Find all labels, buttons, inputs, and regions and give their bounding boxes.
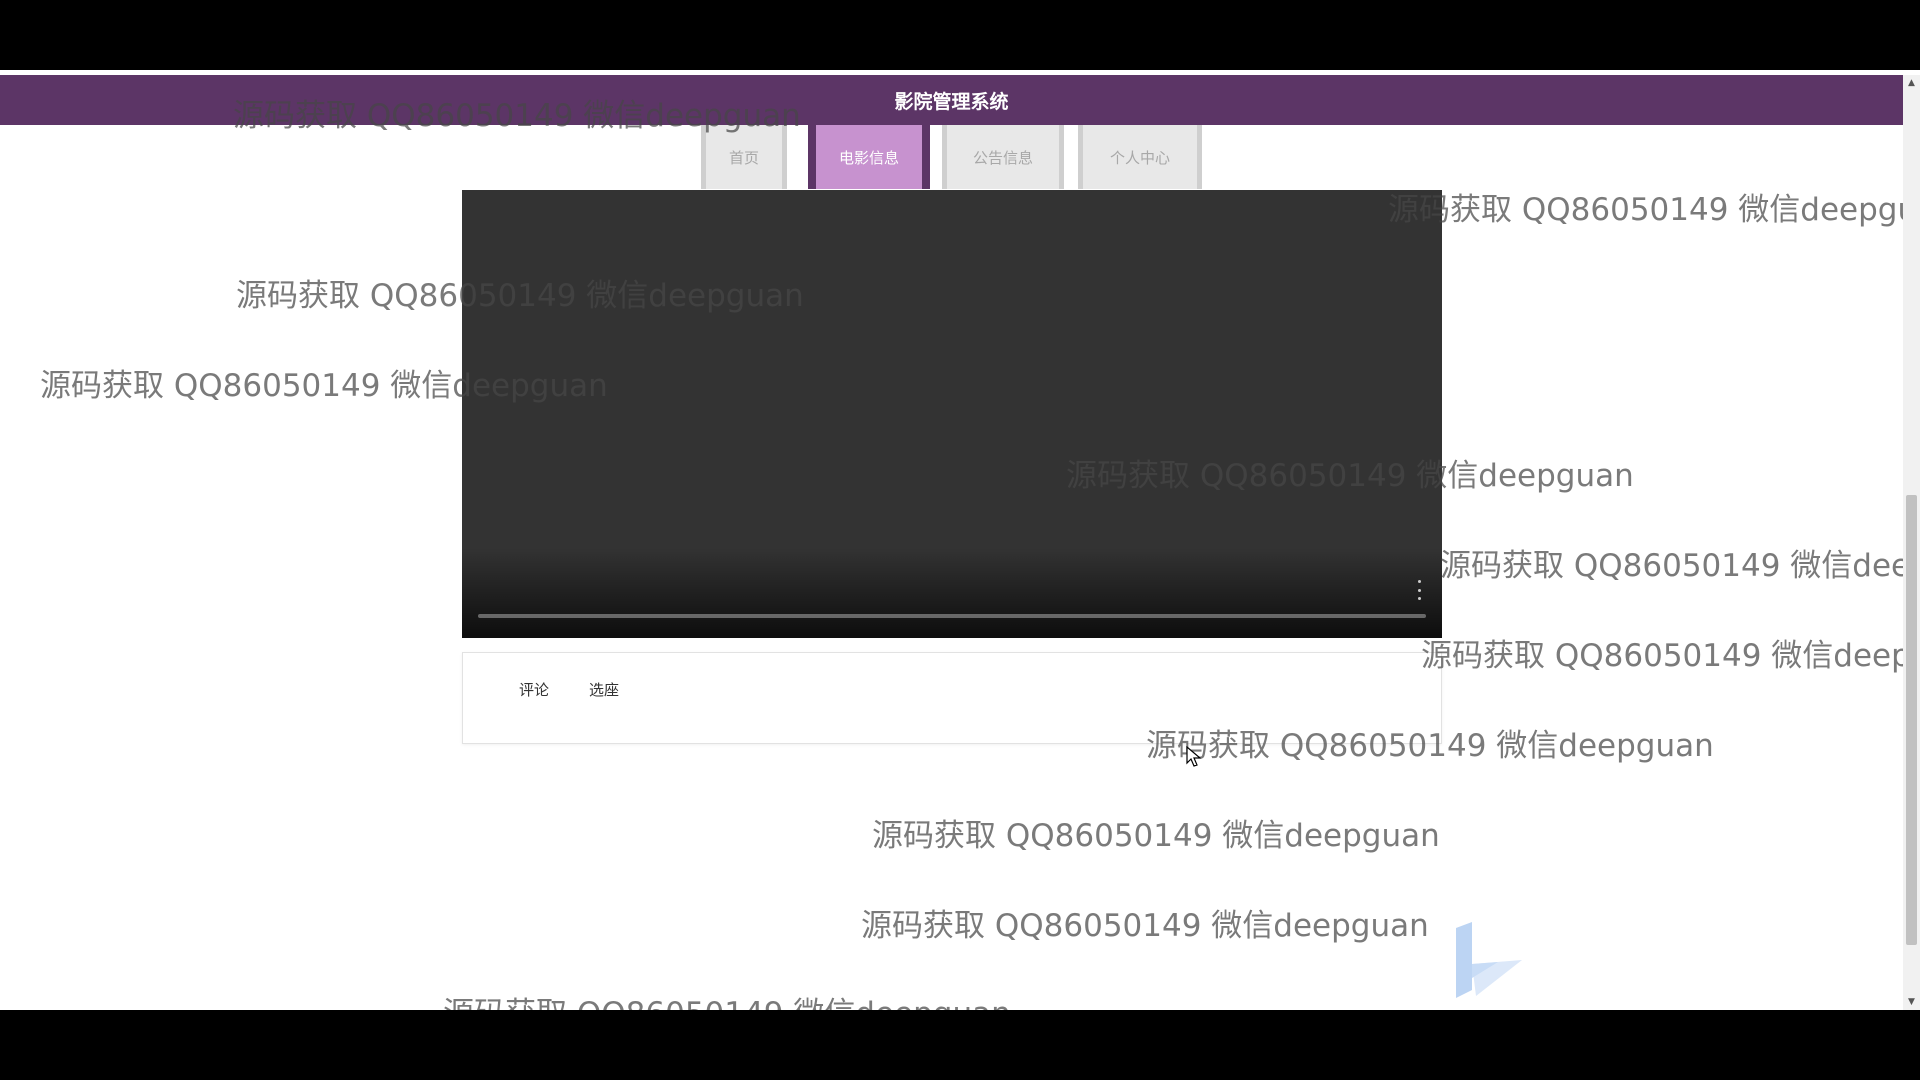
tab-home[interactable]: 首页: [701, 125, 787, 189]
movie-actions-panel: 评论 选座: [462, 652, 1442, 744]
video-player[interactable]: [462, 190, 1442, 638]
watermark: 源码获取 QQ86050149 微信deepguan: [1421, 638, 1920, 674]
tab-movie-info[interactable]: 电影信息: [808, 125, 930, 189]
tab-home-label: 首页: [728, 148, 759, 167]
tab-personal-center[interactable]: 个人中心: [1078, 125, 1202, 189]
logo-icon: [1456, 922, 1522, 998]
cursor-arrow-icon: [1186, 746, 1202, 767]
main-nav: 首页 电影信息 公告信息 个人中心: [0, 125, 1903, 189]
watermark: 源码获取 QQ86050149 微信deepguan: [1440, 548, 1920, 584]
watermark: 源码获取 QQ86050149 微信deepguan: [872, 818, 1440, 854]
more-vertical-icon[interactable]: [1414, 580, 1424, 600]
tab-personal-center-label: 个人中心: [1109, 148, 1170, 167]
video-controls-overlay: [462, 548, 1442, 638]
tab-announcements[interactable]: 公告信息: [942, 125, 1064, 189]
top-header: 影院管理系统: [0, 75, 1903, 125]
page-scrollbar[interactable]: ▲ ▼: [1903, 75, 1920, 1010]
watermark: 源码获取 QQ86050149 微信deepguan: [861, 908, 1429, 944]
video-progress-bar[interactable]: [478, 614, 1426, 618]
tab-announcements-label: 公告信息: [972, 148, 1033, 167]
scroll-thumb[interactable]: [1906, 495, 1917, 945]
app-title: 影院管理系统: [894, 90, 1009, 113]
scroll-up-icon[interactable]: ▲: [1903, 75, 1920, 91]
browser-viewport: 影院管理系统 首页 电影信息 公告信息 个人中心 评论 选座 源码获取 QQ86: [0, 70, 1920, 1010]
watermark: 源码获取 QQ86050149 微信deepguan: [443, 988, 1011, 1010]
watermark: 源码获取 QQ86050149 微信deepguan: [1388, 192, 1920, 228]
comment-button[interactable]: 评论: [519, 679, 549, 700]
select-seat-button[interactable]: 选座: [589, 679, 619, 700]
tab-movie-info-label: 电影信息: [838, 148, 899, 167]
scroll-down-icon[interactable]: ▼: [1903, 994, 1920, 1010]
